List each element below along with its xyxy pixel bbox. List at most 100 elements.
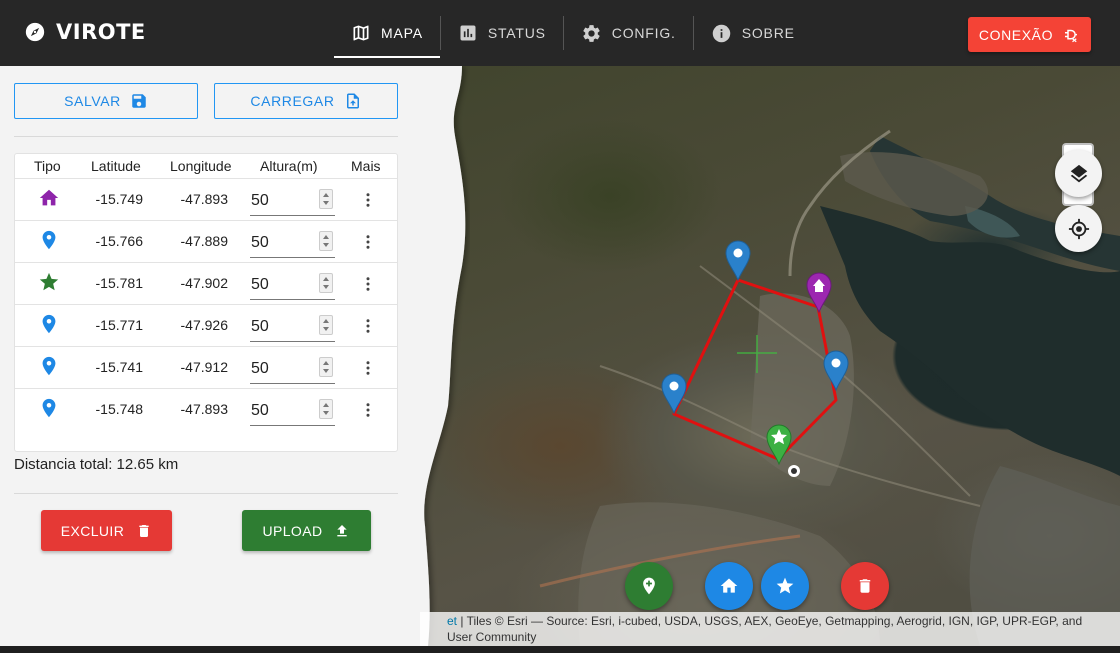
col-altura: Altura(m)	[260, 158, 318, 174]
more-vert-icon[interactable]	[359, 401, 377, 419]
waypoint-table: Tipo Latitude Longitude Altura(m) Mais -…	[14, 153, 398, 452]
app-bar: VIROTE MAPA STATUS CONFIG. SOBRE CONEXÃO	[0, 0, 1120, 66]
altitude-stepper[interactable]	[319, 189, 333, 209]
add-target-button[interactable]	[761, 562, 809, 610]
attribution-text: | Tiles © Esri — Source: Esri, i-cubed, …	[457, 614, 1083, 628]
altitude-stepper[interactable]	[319, 231, 333, 251]
save-icon	[132, 94, 146, 108]
divider	[14, 493, 398, 494]
upload-icon	[337, 524, 348, 536]
table-row[interactable]: -15.748 -47.893 50	[15, 389, 397, 431]
altitude-input[interactable]: 50	[250, 397, 335, 426]
altitude-stepper[interactable]	[319, 357, 333, 377]
upload-file-icon	[346, 93, 359, 109]
save-label: SALVAR	[64, 93, 121, 109]
more-vert-icon[interactable]	[359, 359, 377, 377]
connect-button[interactable]: CONEXÃO	[968, 17, 1091, 52]
col-longitude: Longitude	[170, 158, 232, 174]
longitude-cell: -47.926	[180, 317, 228, 333]
altitude-value: 50	[251, 402, 269, 419]
info-icon	[712, 24, 730, 42]
delete-button[interactable]: EXCLUIR	[41, 510, 172, 551]
altitude-value: 50	[251, 276, 269, 293]
upload-label: UPLOAD	[262, 522, 323, 539]
trash-icon	[859, 579, 871, 593]
compass-icon	[25, 22, 45, 42]
locate-button[interactable]	[1055, 205, 1102, 252]
layers-button[interactable]	[1055, 150, 1102, 197]
bottom-strip	[0, 646, 1120, 653]
altitude-input[interactable]: 50	[250, 271, 335, 300]
table-row[interactable]: -15.781 -47.902 50	[15, 263, 397, 305]
altitude-input[interactable]: 50	[250, 313, 335, 342]
more-vert-icon[interactable]	[359, 275, 377, 293]
tab-status[interactable]: STATUS	[441, 0, 563, 66]
star-icon	[39, 272, 59, 291]
longitude-cell: -47.893	[180, 191, 228, 207]
trash-icon	[139, 524, 149, 537]
tab-sobre-label: SOBRE	[741, 25, 795, 41]
gear-icon	[583, 24, 600, 42]
tab-mapa-label: MAPA	[381, 25, 423, 41]
add-location-icon	[643, 577, 655, 595]
add-home-button[interactable]	[705, 562, 753, 610]
pin-icon	[42, 230, 56, 250]
map-icon	[353, 25, 369, 41]
longitude-cell: -47.912	[180, 359, 228, 375]
table-header: Tipo Latitude Longitude Altura(m) Mais	[15, 154, 397, 179]
altitude-input[interactable]: 50	[250, 187, 335, 216]
altitude-stepper[interactable]	[319, 399, 333, 419]
altitude-value: 50	[251, 360, 269, 377]
star-icon	[776, 577, 794, 594]
clear-map-button[interactable]	[841, 562, 889, 610]
col-mais: Mais	[351, 158, 381, 174]
tab-status-label: STATUS	[487, 25, 546, 41]
crosshair-icon	[1068, 218, 1089, 239]
col-tipo: Tipo	[34, 158, 61, 174]
table-row[interactable]: -15.766 -47.889 50	[15, 221, 397, 263]
tab-sobre[interactable]: SOBRE	[694, 0, 812, 66]
brand: VIROTE	[24, 20, 146, 44]
altitude-input[interactable]: 50	[250, 229, 335, 258]
latitude-cell: -15.741	[95, 359, 143, 375]
pin-icon	[42, 314, 56, 334]
more-vert-icon[interactable]	[359, 233, 377, 251]
altitude-value: 50	[251, 318, 269, 335]
longitude-cell: -47.889	[180, 233, 228, 249]
map-marker-waypoint[interactable]	[725, 240, 751, 282]
latitude-cell: -15.771	[95, 317, 143, 333]
table-row[interactable]: -15.749 -47.893 50	[15, 179, 397, 221]
tab-mapa[interactable]: MAPA	[334, 0, 440, 66]
main-nav: MAPA STATUS CONFIG. SOBRE	[334, 0, 812, 66]
load-button[interactable]: CARREGAR	[214, 83, 398, 119]
altitude-input[interactable]: 50	[250, 355, 335, 384]
latitude-cell: -15.766	[95, 233, 143, 249]
col-latitude: Latitude	[91, 158, 141, 174]
altitude-stepper[interactable]	[319, 273, 333, 293]
longitude-cell: -47.902	[180, 275, 228, 291]
pin-icon	[42, 398, 56, 418]
more-vert-icon[interactable]	[359, 191, 377, 209]
attribution-link[interactable]: et	[447, 614, 457, 628]
altitude-value: 50	[251, 192, 269, 209]
total-distance: Distancia total: 12.65 km	[14, 456, 179, 473]
add-waypoint-button[interactable]	[625, 562, 673, 610]
more-vert-icon[interactable]	[359, 317, 377, 335]
altitude-stepper[interactable]	[319, 315, 333, 335]
save-button[interactable]: SALVAR	[14, 83, 198, 119]
map-marker-waypoint[interactable]	[661, 373, 687, 415]
panel-content: SALVAR CARREGAR Tipo Latitude Longitude …	[0, 66, 412, 646]
table-row[interactable]: -15.771 -47.926 50	[15, 305, 397, 347]
delete-label: EXCLUIR	[60, 522, 125, 539]
load-label: CARREGAR	[250, 93, 335, 109]
mission-panel: SALVAR CARREGAR Tipo Latitude Longitude …	[0, 66, 470, 646]
attribution-text-2: User Community	[447, 630, 537, 644]
drone-position-icon	[788, 465, 800, 477]
table-row[interactable]: -15.741 -47.912 50	[15, 347, 397, 389]
plug-icon	[1065, 29, 1078, 42]
latitude-cell: -15.781	[95, 275, 143, 291]
upload-button[interactable]: UPLOAD	[242, 510, 371, 551]
connect-label: CONEXÃO	[978, 26, 1054, 43]
home-icon	[39, 189, 59, 206]
tab-config[interactable]: CONFIG.	[564, 0, 693, 66]
